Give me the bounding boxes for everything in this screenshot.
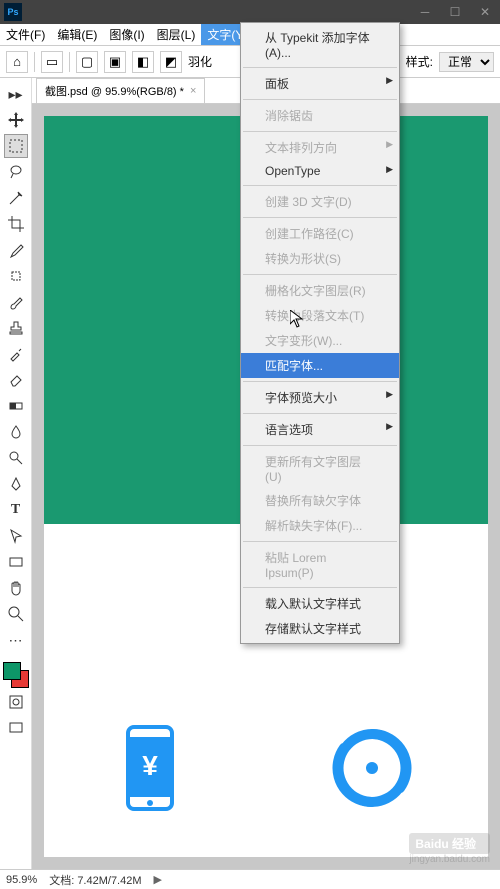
tool-ellipsis-icon[interactable]: ⋯ (4, 628, 28, 652)
crop-tool-icon[interactable] (4, 212, 28, 236)
patch-tool-icon[interactable] (4, 264, 28, 288)
menu-create-3d-text: 创建 3D 文字(D) (241, 189, 399, 214)
rectangle-tool-icon[interactable] (4, 550, 28, 574)
blur-tool-icon[interactable] (4, 420, 28, 444)
pen-tool-icon[interactable] (4, 472, 28, 496)
phone-yen-icon: ¥ (120, 723, 180, 813)
document-tab-title: 截图.psd @ 95.9%(RGB/8) * (45, 83, 184, 99)
finance-circle-icon (332, 728, 412, 808)
canvas-bottom-row: ¥ (44, 679, 488, 857)
status-doc-info[interactable]: 文档: 7.42M/7.42M (49, 872, 141, 888)
screen-mode-icon[interactable] (4, 716, 28, 740)
menu-warp-text: 文字变形(W)... (241, 328, 399, 353)
tools-panel: ▸▸ T ⋯ (0, 78, 32, 869)
menu-opentype[interactable]: OpenType (241, 160, 399, 182)
menu-orientation: 文本排列方向 (241, 135, 399, 160)
foreground-color-swatch[interactable] (3, 662, 21, 680)
maximize-button[interactable]: ☐ (440, 0, 470, 24)
style-label: 样式: (406, 53, 433, 70)
menu-file[interactable]: 文件(F) (0, 24, 51, 45)
svg-text:¥: ¥ (142, 750, 158, 781)
feather-label: 羽化 (188, 53, 212, 70)
lasso-tool-icon[interactable] (4, 160, 28, 184)
stamp-tool-icon[interactable] (4, 316, 28, 340)
menu-rasterize-type: 栅格化文字图层(R) (241, 278, 399, 303)
close-button[interactable]: ✕ (470, 0, 500, 24)
watermark-url: jingyan.baidu.com (409, 854, 490, 865)
menu-resolve-missing-fonts: 解析缺失字体(F)... (241, 513, 399, 538)
type-menu-dropdown: 从 Typekit 添加字体(A)... 面板 消除锯齿 文本排列方向 Open… (240, 22, 400, 644)
type-tool-icon[interactable]: T (4, 498, 28, 522)
quick-mask-icon[interactable] (4, 690, 28, 714)
home-icon[interactable]: ⌂ (6, 51, 28, 73)
marquee-tool-icon[interactable] (4, 134, 28, 158)
marquee-preset-icon[interactable]: ▭ (41, 51, 63, 73)
selection-add-icon[interactable]: ▣ (104, 51, 126, 73)
expand-tools-icon[interactable]: ▸▸ (4, 82, 28, 106)
minimize-button[interactable]: ─ (410, 0, 440, 24)
menu-layer[interactable]: 图层(L) (151, 24, 202, 45)
menu-antialias: 消除锯齿 (241, 103, 399, 128)
menu-add-typekit-fonts[interactable]: 从 Typekit 添加字体(A)... (241, 25, 399, 64)
menu-replace-missing-fonts: 替换所有缺欠字体 (241, 488, 399, 513)
menu-image[interactable]: 图像(I) (103, 24, 150, 45)
selection-intersect-icon[interactable]: ◩ (160, 51, 182, 73)
document-tab[interactable]: 截图.psd @ 95.9%(RGB/8) * × (36, 78, 205, 103)
brush-tool-icon[interactable] (4, 290, 28, 314)
path-select-tool-icon[interactable] (4, 524, 28, 548)
close-tab-icon[interactable]: × (190, 85, 196, 97)
menu-match-font[interactable]: 匹配字体... (241, 353, 399, 378)
history-brush-tool-icon[interactable] (4, 342, 28, 366)
app-logo: Ps (4, 3, 22, 21)
menu-save-default-styles[interactable]: 存储默认文字样式 (241, 616, 399, 641)
window-controls: ─ ☐ ✕ (410, 0, 500, 24)
dodge-tool-icon[interactable] (4, 446, 28, 470)
title-bar: Ps ─ ☐ ✕ (0, 0, 500, 24)
selection-subtract-icon[interactable]: ◧ (132, 51, 154, 73)
magic-wand-tool-icon[interactable] (4, 186, 28, 210)
menu-paste-lorem: 粘贴 Lorem Ipsum(P) (241, 545, 399, 584)
status-zoom[interactable]: 95.9% (6, 874, 37, 886)
menu-update-all-type: 更新所有文字图层(U) (241, 449, 399, 488)
watermark-brand: Baidu 经验 (409, 833, 490, 854)
gradient-tool-icon[interactable] (4, 394, 28, 418)
style-select[interactable]: 正常 (439, 52, 494, 72)
eraser-tool-icon[interactable] (4, 368, 28, 392)
eyedropper-tool-icon[interactable] (4, 238, 28, 262)
watermark: Baidu 经验 jingyan.baidu.com (409, 833, 490, 865)
menu-convert-to-shape: 转换为形状(S) (241, 246, 399, 271)
hand-tool-icon[interactable] (4, 576, 28, 600)
color-swatches[interactable] (3, 662, 29, 688)
move-tool-icon[interactable] (4, 108, 28, 132)
status-bar: 95.9% 文档: 7.42M/7.42M ▶ (0, 869, 500, 889)
status-arrow-icon[interactable]: ▶ (154, 873, 162, 886)
menu-panels[interactable]: 面板 (241, 71, 399, 96)
menu-language-options[interactable]: 语言选项 (241, 417, 399, 442)
menu-load-default-styles[interactable]: 载入默认文字样式 (241, 591, 399, 616)
menu-edit[interactable]: 编辑(E) (51, 24, 103, 45)
selection-new-icon[interactable]: ▢ (76, 51, 98, 73)
menu-convert-paragraph: 转换为段落文本(T) (241, 303, 399, 328)
menu-font-preview-size[interactable]: 字体预览大小 (241, 385, 399, 410)
menu-create-work-path: 创建工作路径(C) (241, 221, 399, 246)
zoom-tool-icon[interactable] (4, 602, 28, 626)
